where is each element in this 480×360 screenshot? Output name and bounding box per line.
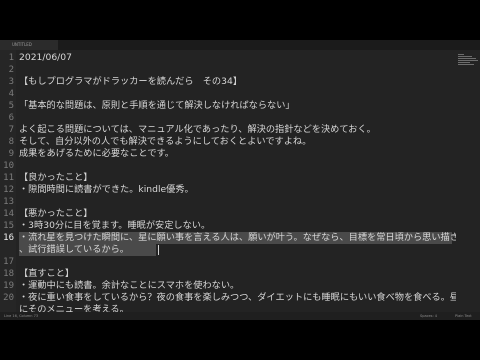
line-text: 【直すこと】 xyxy=(19,268,75,279)
line-text: 成果をあげるために必要なことです。 xyxy=(19,148,174,159)
editor-line[interactable]: 8 そして、自分以外の人でも解決できるようにしておくとよいですよね。 xyxy=(0,136,452,148)
line-number: 9 xyxy=(8,149,14,159)
line-number: 2 xyxy=(8,65,14,75)
editor-line[interactable]: 13 xyxy=(0,196,452,208)
line-number: 18 xyxy=(3,269,14,279)
line-number: 8 xyxy=(8,137,14,147)
editor-line[interactable]: 10 xyxy=(0,160,452,172)
minimap-line xyxy=(458,54,464,55)
status-bar: Line 16, Column 73 Spaces: 4 Plain Text xyxy=(0,312,480,320)
text-caret xyxy=(158,245,159,255)
line-text: ・3時30分に目を覚ます。睡眠が安定しない。 xyxy=(19,220,211,231)
line-number: 3 xyxy=(8,77,14,87)
text-editor[interactable]: 1 2021/06/07 2 3 【もしプログラマがドラッカーを読んだら その3… xyxy=(0,50,459,315)
line-number: 10 xyxy=(3,161,14,171)
minimap-line xyxy=(458,62,470,63)
line-text: よく起こる問題については、マニュアル化であったり、解決の指針などを決めておく。 xyxy=(19,124,376,135)
editor-line[interactable]: 5 「基本的な問題は、原則と手順を通じて解決しなければならない」 xyxy=(0,100,452,112)
editor-line[interactable]: 17 xyxy=(0,256,452,268)
line-number: 11 xyxy=(3,173,14,183)
editor-line[interactable]: 11 【良かったこと】 xyxy=(0,172,452,184)
minimap-line xyxy=(458,60,478,61)
editor-line[interactable]: 3 【もしプログラマがドラッカーを読んだら その34】 xyxy=(0,76,452,88)
editor-line[interactable]: 9 成果をあげるために必要なことです。 xyxy=(0,148,452,160)
editor-line[interactable]: 18 【直すこと】 xyxy=(0,268,452,280)
line-text: 【もしプログラマがドラッカーを読んだら その34】 xyxy=(19,76,243,87)
tab-untitled[interactable]: UNTITLED xyxy=(0,40,58,50)
line-text: 、試行錯誤しているから。 xyxy=(19,244,129,255)
minimap-line xyxy=(458,64,474,65)
line-number: 20 xyxy=(3,293,14,303)
line-text: 【良かったこと】 xyxy=(19,172,93,183)
minimap-line xyxy=(458,56,472,57)
line-number: 1 xyxy=(8,53,14,63)
line-text: 2021/06/07 xyxy=(19,52,72,63)
line-number: 19 xyxy=(3,281,14,291)
editor-line[interactable]: 1 2021/06/07 xyxy=(0,52,452,64)
line-number: 13 xyxy=(3,197,14,207)
editor-line[interactable]: 19 ・運動中にも読書。余計なことにスマホを使わない。 xyxy=(0,280,452,292)
minimap-line xyxy=(458,58,476,59)
editor-line[interactable]: 20 ・夜に重い食事をしているから？夜の食事を楽しみつつ、ダイエットにも睡眠にも… xyxy=(0,292,459,304)
line-number: 14 xyxy=(3,209,14,219)
line-text: 【悪かったこと】 xyxy=(19,208,93,219)
line-number: 17 xyxy=(3,257,14,267)
editor-line[interactable]: 14 【悪かったこと】 xyxy=(0,208,452,220)
editor-line-current[interactable]: 16 ・流れ星を見つけた瞬間に、星に願い事を言える人は、願いが叶う。なぜなら、目… xyxy=(0,232,459,244)
line-number: 4 xyxy=(8,89,14,99)
editor-line[interactable]: 4 xyxy=(0,88,452,100)
syntax-mode[interactable]: Plain Text xyxy=(455,312,472,320)
line-number: 5 xyxy=(8,101,14,111)
tab-bar: ◂ UNTITLED xyxy=(0,40,480,50)
indentation-setting[interactable]: Spaces: 4 xyxy=(420,312,437,320)
editor-line[interactable]: 15 ・3時30分に目を覚ます。睡眠が安定しない。 xyxy=(0,220,452,232)
cursor-position: Line 16, Column 73 xyxy=(4,314,39,318)
editor-line[interactable]: 7 よく起こる問題については、マニュアル化であったり、解決の指針などを決めておく… xyxy=(0,124,452,136)
line-number: 15 xyxy=(3,221,14,231)
editor-line[interactable]: 2 xyxy=(0,64,452,76)
line-number: 16 xyxy=(3,233,14,243)
line-number: 6 xyxy=(8,113,14,123)
line-text: ・隙間時間に読書ができた。kindle優秀。 xyxy=(19,184,194,195)
line-number: 7 xyxy=(8,125,14,135)
line-number: 12 xyxy=(3,185,14,195)
editor-line-wrapped[interactable]: 、試行錯誤しているから。 xyxy=(0,244,452,256)
editor-line[interactable]: 6 xyxy=(0,112,452,124)
line-text: そして、自分以外の人でも解決できるようにしておくとよいですよね。 xyxy=(19,136,312,147)
line-text: ・流れ星を見つけた瞬間に、星に願い事を言える人は、願いが叶う。なぜなら、目標を常… xyxy=(19,232,459,243)
minimap[interactable] xyxy=(456,50,480,312)
line-text: ・運動中にも読書。余計なことにスマホを使わない。 xyxy=(19,280,240,291)
editor-line[interactable]: 12 ・隙間時間に読書ができた。kindle優秀。 xyxy=(0,184,452,196)
line-text: 「基本的な問題は、原則と手順を通じて解決しなければならない」 xyxy=(19,100,295,111)
editor-window: ◂ UNTITLED 1 2021/06/07 2 3 【もしプログラマがドラッ… xyxy=(0,40,480,320)
line-text: ・夜に重い食事をしているから？夜の食事を楽しみつつ、ダイエットにも睡眠にもいい食… xyxy=(19,292,460,303)
